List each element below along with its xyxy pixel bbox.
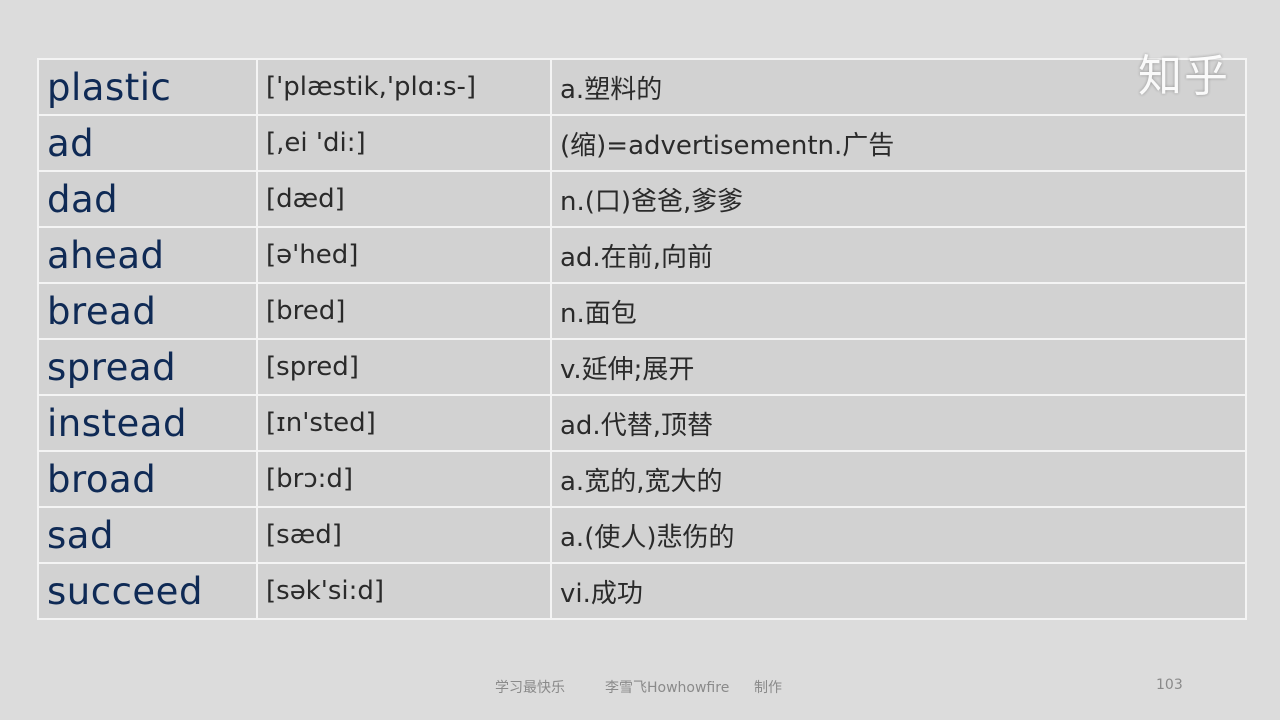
phonetic-cell: [spred]: [256, 338, 552, 396]
word-cell: ahead: [37, 226, 258, 284]
meaning-cell: n.(口)爸爸,爹爹: [550, 170, 1247, 228]
word-cell: sad: [37, 506, 258, 564]
table-row: bread [bred] n.面包: [37, 282, 1247, 340]
word-cell: dad: [37, 170, 258, 228]
footer-author: 李雪飞Howhowfire: [605, 680, 730, 696]
table-row: succeed [sək'si:d] vi.成功: [37, 562, 1247, 620]
table-row: sad [sæd] a.(使人)悲伤的: [37, 506, 1247, 564]
meaning-cell: ad.在前,向前: [550, 226, 1247, 284]
table-row: dad [dæd] n.(口)爸爸,爹爹: [37, 170, 1247, 228]
table-row: spread [spred] v.延伸;展开: [37, 338, 1247, 396]
phonetic-cell: [brɔ:d]: [256, 450, 552, 508]
table-row: plastic ['plæstik,'plɑ:s-] a.塑料的: [37, 58, 1247, 116]
page-number: 103: [1156, 677, 1183, 693]
word-cell: spread: [37, 338, 258, 396]
table-row: instead [ɪn'sted] ad.代替,顶替: [37, 394, 1247, 452]
word-cell: plastic: [37, 58, 258, 116]
meaning-cell: vi.成功: [550, 562, 1247, 620]
word-cell: instead: [37, 394, 258, 452]
phonetic-cell: [,ei 'di:]: [256, 114, 552, 172]
table-row: broad [brɔ:d] a.宽的,宽大的: [37, 450, 1247, 508]
footer-made: 制作: [754, 680, 782, 696]
meaning-cell: a.宽的,宽大的: [550, 450, 1247, 508]
meaning-cell: ad.代替,顶替: [550, 394, 1247, 452]
table-row: ahead [ə'hed] ad.在前,向前: [37, 226, 1247, 284]
meaning-cell: v.延伸;展开: [550, 338, 1247, 396]
phonetic-cell: [sæd]: [256, 506, 552, 564]
zhihu-watermark: 知乎: [1138, 51, 1230, 102]
meaning-cell: (缩)=advertisementn.广告: [550, 114, 1247, 172]
phonetic-cell: [ə'hed]: [256, 226, 552, 284]
vocabulary-table: plastic ['plæstik,'plɑ:s-] a.塑料的 ad [,ei…: [37, 58, 1247, 620]
word-cell: succeed: [37, 562, 258, 620]
table-row: ad [,ei 'di:] (缩)=advertisementn.广告: [37, 114, 1247, 172]
phonetic-cell: [sək'si:d]: [256, 562, 552, 620]
word-cell: bread: [37, 282, 258, 340]
phonetic-cell: [dæd]: [256, 170, 552, 228]
meaning-cell: n.面包: [550, 282, 1247, 340]
phonetic-cell: [bred]: [256, 282, 552, 340]
word-cell: ad: [37, 114, 258, 172]
footer-slogan: 学习最快乐: [495, 680, 565, 696]
meaning-cell: a.(使人)悲伤的: [550, 506, 1247, 564]
word-cell: broad: [37, 450, 258, 508]
phonetic-cell: ['plæstik,'plɑ:s-]: [256, 58, 552, 116]
phonetic-cell: [ɪn'sted]: [256, 394, 552, 452]
